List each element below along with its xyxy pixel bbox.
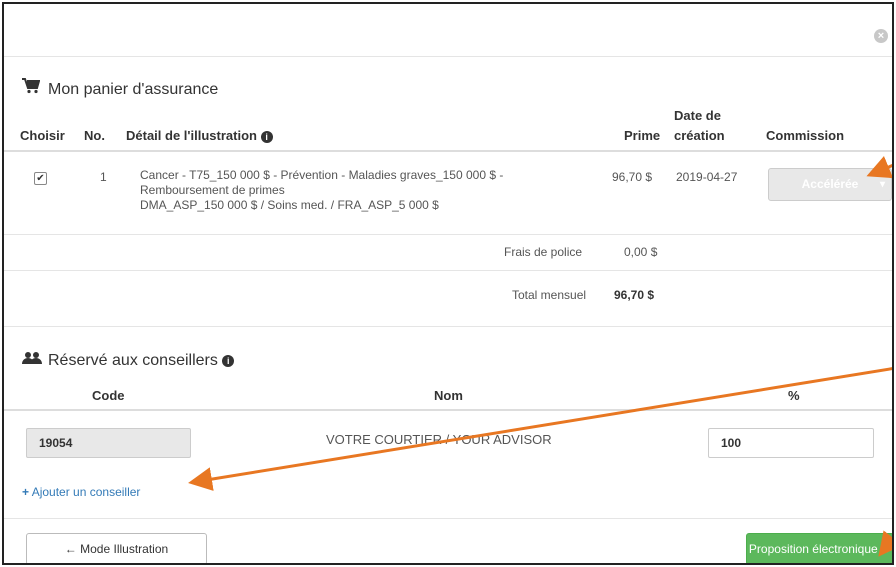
annotation-arrows (188, 156, 892, 557)
arrow-to-add-advisor (188, 367, 892, 491)
arrow-to-commission (866, 156, 892, 179)
modal-dialog: × Mon panier d'assurance Choisir No. Dét… (2, 2, 894, 565)
arrow-to-submit (878, 530, 892, 557)
